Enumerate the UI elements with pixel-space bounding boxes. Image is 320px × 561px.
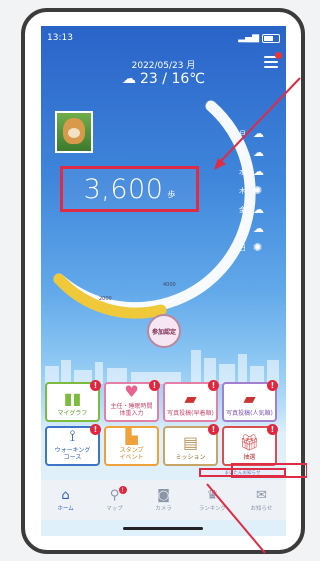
status-bar: 13:13 ▂▄▆	[47, 32, 280, 44]
avatar[interactable]	[55, 111, 93, 153]
tile-health-input[interactable]: ! ♥ 主任・睡眠時間 体重入力	[104, 380, 160, 422]
heart-icon: ♥	[124, 382, 139, 401]
home-icon: ⌂	[61, 488, 70, 503]
tile-photo-popular[interactable]: ! ▰ 写真投稿(人気順)	[222, 380, 278, 422]
tab-label: お知らせ	[250, 506, 273, 512]
tile-badge: !	[267, 380, 278, 391]
cloud-icon: ☁	[253, 222, 264, 235]
graph-icon: ▮▮	[63, 389, 82, 408]
menu-badge	[275, 52, 282, 59]
tile-walking-course[interactable]: ! ⟟ ウォーキング コース	[45, 424, 101, 466]
forecast-row: 日 ✺	[239, 238, 285, 257]
photo-icon: ▰	[184, 389, 197, 408]
notice-text: まいたんお知らせ	[224, 470, 261, 476]
tile-label: マイグラフ	[57, 410, 88, 417]
crown-icon: ♛	[206, 488, 219, 503]
status-icons: ▂▄▆	[238, 33, 280, 43]
tab-camera[interactable]: ◙ カメラ	[142, 488, 186, 512]
forecast-day: 土	[239, 224, 246, 233]
status-time: 13:13	[47, 33, 73, 43]
forecast-day: 水	[239, 167, 246, 176]
tile-label: スタンプ イベント	[119, 447, 144, 461]
current-date: 2022/05/23 月	[131, 61, 196, 71]
forecast-row: 木 ✺	[239, 181, 285, 200]
gauge-tick-4000: 4000	[163, 282, 176, 288]
tile-badge: !	[90, 380, 101, 391]
event-entry-label: 参加認定	[151, 328, 176, 336]
tile-badge: !	[149, 380, 160, 391]
cloud-icon: ☁	[253, 165, 264, 178]
tile-badge: !	[208, 424, 219, 435]
photo-icon: ▰	[243, 389, 256, 408]
forecast-row: 金 ☁	[239, 200, 285, 219]
step-counter: 3,600 歩	[60, 166, 199, 212]
tile-lottery[interactable]: ! 🎁︎ 抽選	[222, 424, 278, 466]
dog-photo	[63, 118, 85, 144]
signal-icon: ▂▄▆	[238, 33, 259, 43]
forecast-day: 月	[239, 129, 246, 138]
tile-label: 主任・睡眠時間 体重入力	[110, 403, 153, 417]
forecast-row: 月 ☁	[239, 124, 285, 143]
tab-label: ホーム	[57, 506, 74, 512]
weekly-forecast: 月 ☁ 火 ☁ 水 ☁ 木 ✺ 金 ☁ 土 ☁ 日 ✺	[239, 124, 285, 257]
home-indicator	[123, 527, 203, 530]
tile-label: 写真投稿(人気順)	[226, 410, 273, 417]
route-icon: ⟟	[69, 426, 76, 445]
forecast-row: 火 ☁	[239, 143, 285, 162]
app-screen: 13:13 ▂▄▆ 2022/05/23 月 ☁ 23 / 16℃ 2000 4…	[41, 26, 286, 536]
tab-label: カメラ	[155, 506, 172, 512]
tab-home[interactable]: ⌂ ホーム	[44, 488, 88, 512]
tab-bar: ⌂ ホーム ! ⚲ マップ ◙ カメラ ♛ ランキング ✉ お知らせ	[41, 480, 286, 520]
tile-mission[interactable]: ! ▤ ミッション	[163, 424, 219, 466]
tile-label: 写真投稿(早着順)	[167, 410, 214, 417]
cloud-icon: ☁	[253, 146, 264, 159]
tile-photo-new[interactable]: ! ▰ 写真投稿(早着順)	[163, 380, 219, 422]
map-pin-icon: ⚲	[109, 488, 120, 503]
sun-icon: ✺	[253, 241, 263, 254]
tile-badge: !	[267, 424, 278, 435]
cloud-icon: ☁	[253, 127, 264, 140]
tile-label: ウォーキング コース	[54, 447, 91, 461]
tile-badge: !	[90, 424, 101, 435]
tab-badge: !	[118, 486, 127, 494]
event-entry-button[interactable]: 参加認定	[147, 314, 181, 348]
forecast-row: 土 ☁	[239, 219, 285, 238]
tab-map[interactable]: ! ⚲ マップ	[93, 486, 137, 512]
stamp-icon: ▙	[125, 426, 138, 445]
weather-today: ☁ 23 / 16℃	[41, 71, 286, 87]
gauge-tick-2000: 2000	[99, 296, 112, 302]
step-unit: 歩	[167, 189, 176, 199]
sun-icon: ✺	[253, 184, 263, 197]
mission-icon: ▤	[182, 433, 199, 452]
tile-label: 抽選	[243, 454, 256, 461]
gift-icon: 🎁︎	[239, 433, 260, 452]
step-count: 3,600	[83, 173, 164, 205]
city-skyline	[45, 350, 279, 384]
tab-label: ランキング	[198, 506, 227, 512]
camera-icon: ◙	[157, 488, 170, 503]
notice-bar[interactable]: まいたんお知らせ	[199, 468, 286, 477]
cloud-icon: ☁	[253, 203, 264, 216]
battery-icon	[262, 33, 280, 43]
tile-stamp-event[interactable]: ▙ スタンプ イベント	[104, 426, 159, 466]
tile-my-graph[interactable]: ! ▮▮ マイグラフ	[45, 380, 101, 422]
forecast-day: 火	[239, 148, 246, 157]
forecast-day: 金	[239, 205, 246, 214]
feature-grid: ! ▮▮ マイグラフ ! ♥ 主任・睡眠時間 体重入力 ! ▰ 写真投稿(早着順…	[45, 380, 282, 466]
message-icon: ✉	[256, 488, 267, 503]
tab-notifications[interactable]: ✉ お知らせ	[240, 488, 284, 512]
forecast-day: 木	[239, 186, 246, 195]
forecast-day: 日	[239, 243, 246, 252]
tab-label: マップ	[106, 506, 123, 512]
temperature: 23 / 16℃	[140, 71, 205, 87]
tile-label: ミッション	[175, 454, 206, 461]
forecast-row: 水 ☁	[239, 162, 285, 181]
cloud-rain-icon: ☁	[122, 71, 137, 87]
tab-ranking[interactable]: ♛ ランキング	[191, 488, 235, 512]
menu-icon[interactable]	[264, 52, 282, 68]
tile-badge: !	[208, 380, 219, 391]
